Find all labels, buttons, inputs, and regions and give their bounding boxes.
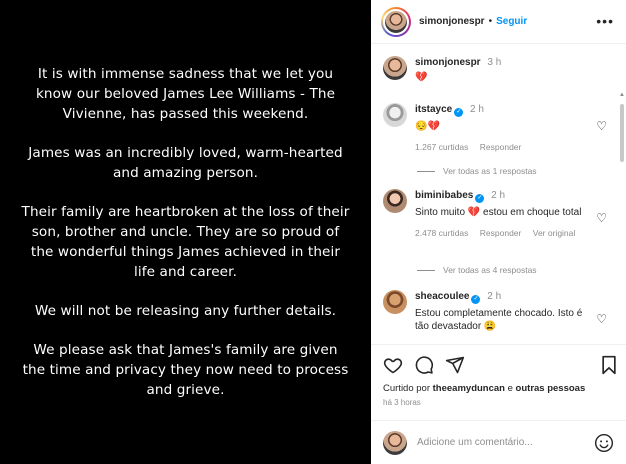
author-username[interactable]: simonjonespr (419, 16, 485, 27)
story-ring[interactable] (381, 6, 411, 37)
comment-likes[interactable]: 2.478 curtidas (415, 228, 468, 238)
comment-likes[interactable]: 1.267 curtidas (415, 142, 468, 152)
emoji-icon[interactable] (594, 433, 614, 453)
comment-time: 2 h (487, 291, 502, 302)
view-replies-label[interactable]: Ver todas as 1 respostas (443, 166, 537, 176)
verified-badge-icon: ✓ (454, 108, 464, 117)
comment-username[interactable]: sheacoulee (415, 291, 469, 302)
comment-username[interactable]: biminibabes (415, 190, 473, 201)
comment-like-heart-icon[interactable]: ♡ (596, 211, 607, 225)
scrollbar-thumb[interactable] (620, 104, 624, 162)
comment-item: biminibabes ✓ 2 h Sinto muito 💔 estou em … (383, 189, 613, 240)
post-header: simonjonespr • Seguir ••• (371, 0, 626, 44)
comment-icon[interactable] (414, 355, 434, 375)
avatar[interactable] (383, 8, 409, 35)
heart-icon[interactable] (383, 355, 403, 375)
reply-button[interactable]: Responder (480, 142, 522, 152)
caption-text: 💔 (415, 72, 428, 83)
avatar[interactable] (383, 56, 407, 80)
comment-time: 2 h (470, 104, 484, 115)
replies-divider (417, 269, 435, 271)
post-paragraph: It is with immense sadness that we let y… (35, 66, 336, 122)
post-sidebar: simonjonespr • Seguir ••• ▲ simonjonespr… (371, 0, 626, 464)
comment-item: itstayce ✓ 2 h 😔💔 1.267 curtidas Responde… (383, 103, 613, 154)
follow-button[interactable]: Seguir (496, 16, 527, 27)
comment-like-heart-icon[interactable]: ♡ (596, 312, 607, 326)
liked-by-prefix: Curtido por (383, 383, 430, 394)
comment-like-heart-icon[interactable]: ♡ (596, 119, 607, 133)
comment-text: 😔💔 (415, 121, 440, 132)
comments-list[interactable]: ▲ simonjonespr 3 h 💔 itstayce ✓ 2 h 😔💔 1.… (371, 44, 626, 344)
comment-input[interactable]: Adicione um comentário... (417, 437, 594, 448)
comment-text: Estou completamente chocado. Isto é tão … (415, 308, 583, 332)
bookmark-icon[interactable] (600, 355, 618, 375)
comment-item: sheacoulee ✓ 2 h Estou completamente choc… (383, 290, 613, 333)
reply-button[interactable]: Responder (480, 228, 522, 238)
avatar[interactable] (383, 290, 407, 314)
verified-badge-icon: ✓ (475, 194, 485, 203)
view-replies-label[interactable]: Ver todas as 4 respostas (443, 265, 537, 275)
action-bar (371, 344, 626, 384)
liked-by-user[interactable]: theeamyduncan (433, 383, 505, 394)
avatar[interactable] (383, 103, 407, 127)
avatar[interactable] (383, 189, 407, 213)
post-paragraph: We will not be releasing any further det… (34, 303, 337, 319)
liked-by-connector: e (507, 383, 513, 394)
see-original-button[interactable]: Ver original (533, 228, 576, 238)
view-replies[interactable]: Ver todas as 4 respostas (417, 265, 537, 275)
share-icon[interactable] (445, 355, 465, 375)
current-user-avatar (383, 430, 407, 455)
separator: • (488, 16, 493, 27)
post-timestamp[interactable]: há 3 horas (383, 398, 421, 407)
verified-badge-icon: ✓ (471, 295, 481, 304)
liked-by-others[interactable]: outras pessoas (516, 383, 586, 394)
replies-divider (417, 170, 435, 172)
caption-row: simonjonespr 3 h 💔 (383, 56, 613, 84)
caption-username[interactable]: simonjonespr (415, 57, 481, 68)
view-replies[interactable]: Ver todas as 1 respostas (417, 166, 537, 176)
comment-username[interactable]: itstayce (415, 104, 452, 115)
caption-time: 3 h (487, 57, 502, 68)
scroll-up-arrow-icon[interactable]: ▲ (619, 92, 625, 98)
post-paragraph: Their family are heartbroken at the loss… (21, 204, 350, 280)
comment-text: Sinto muito 💔 estou em choque total (415, 207, 582, 218)
more-icon[interactable]: ••• (596, 14, 614, 28)
post-image: It is with immense sadness that we let y… (0, 0, 371, 464)
comment-bar: Adicione um comentário... (371, 420, 626, 464)
post-paragraph: We please ask that James's family are gi… (22, 342, 349, 398)
liked-by: Curtido por theeamyduncan e outras pesso… (383, 383, 585, 394)
comment-time: 2 h (491, 190, 506, 201)
post-paragraph: James was an incredibly loved, warm-hear… (28, 145, 343, 181)
